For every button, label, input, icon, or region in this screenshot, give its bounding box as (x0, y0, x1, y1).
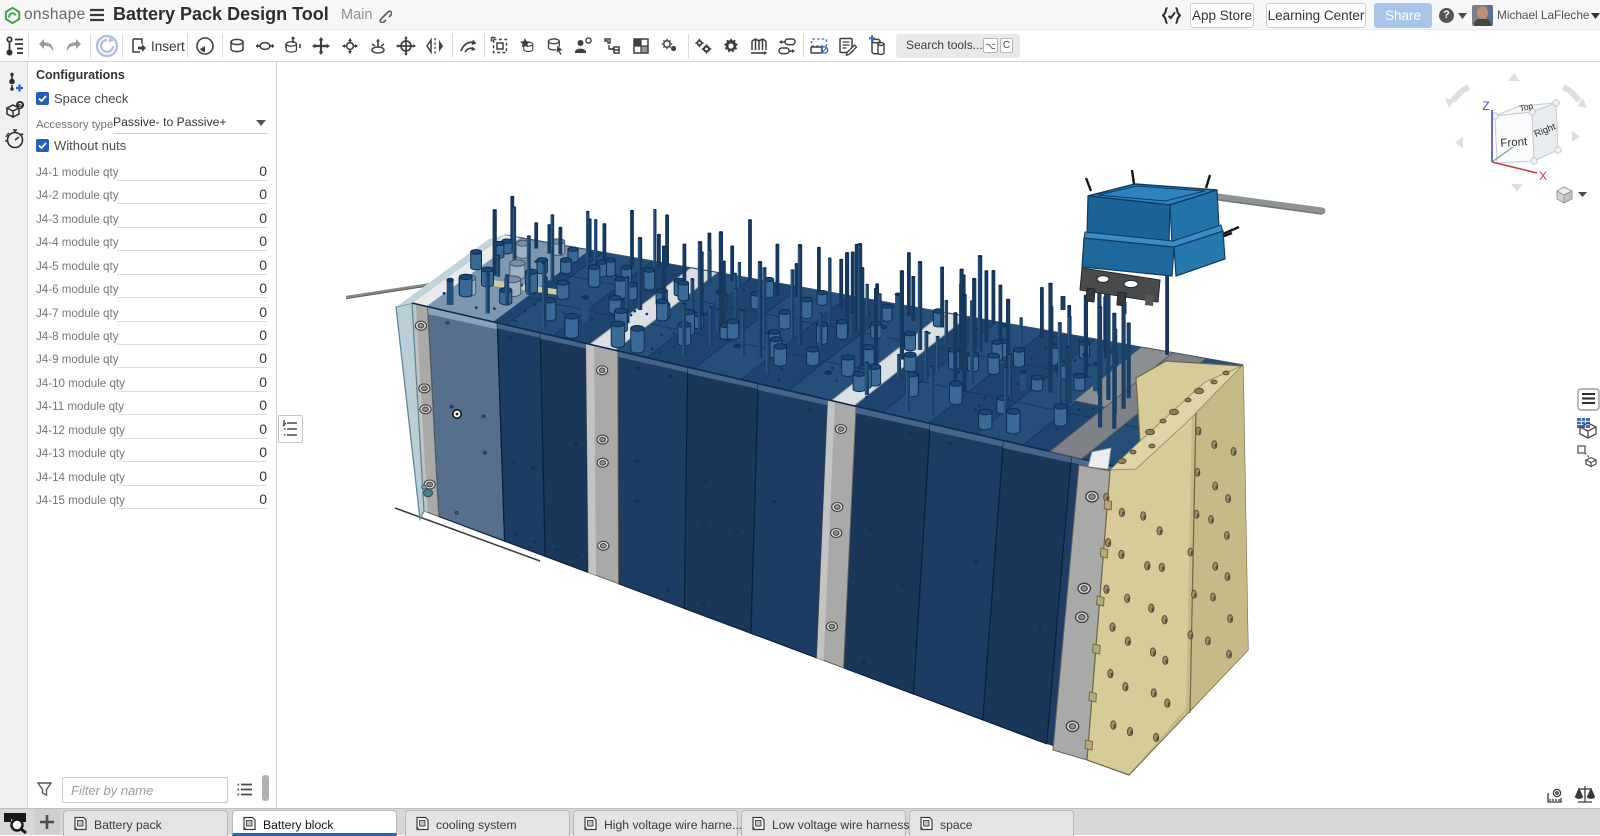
svg-text:Z: Z (1482, 99, 1489, 113)
svg-text:X: X (1539, 169, 1547, 183)
svg-text:Front: Front (1500, 136, 1528, 150)
svg-text:?: ? (18, 103, 22, 110)
